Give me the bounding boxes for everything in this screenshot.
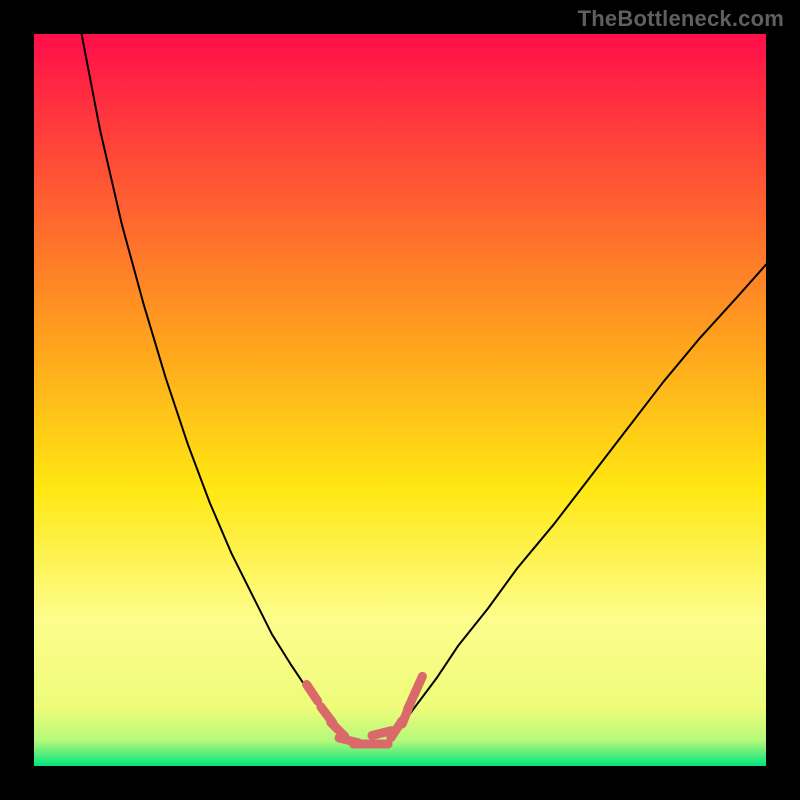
bottleneck-chart (34, 34, 766, 766)
watermark-text: TheBottleneck.com (578, 6, 784, 32)
gradient-background (34, 34, 766, 766)
chart-frame: TheBottleneck.com (0, 0, 800, 800)
